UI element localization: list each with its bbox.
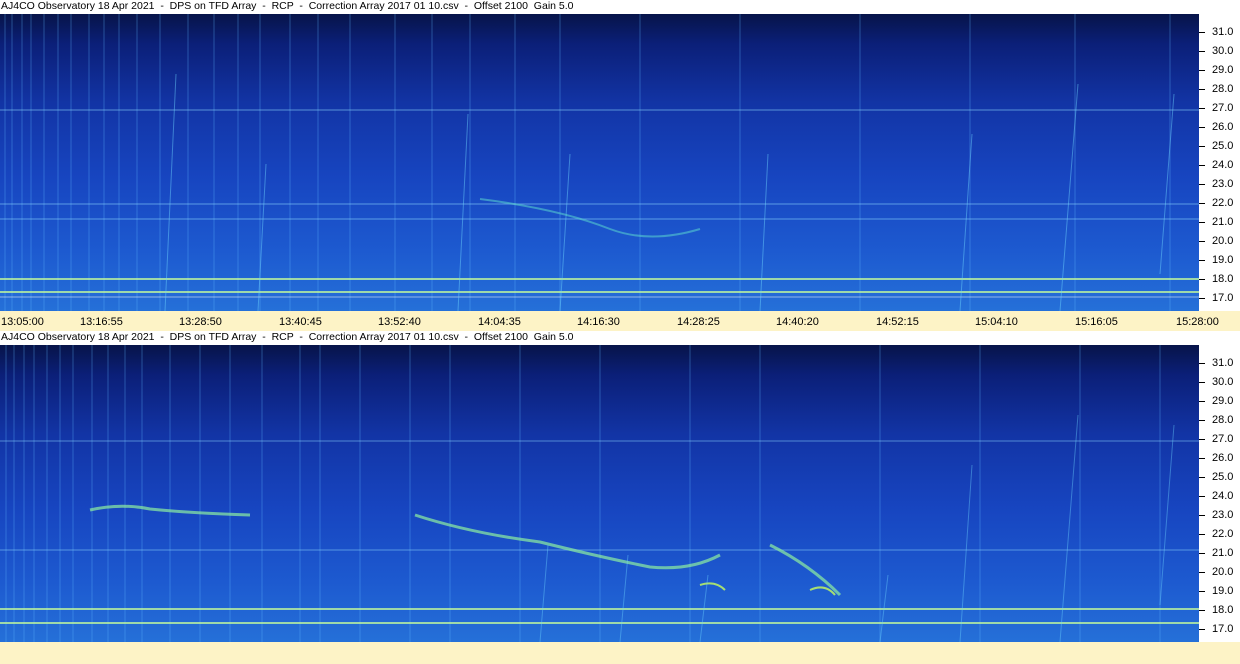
freq-label: 30.0: [1212, 376, 1234, 388]
freq-label: 20.0: [1212, 235, 1234, 247]
freq-label: 29.0: [1212, 395, 1234, 407]
spectrogram-image: [0, 14, 1199, 311]
time-label: 14:40:20: [776, 316, 819, 328]
freq-tick: [1199, 70, 1205, 71]
freq-tick: [1199, 32, 1205, 33]
freq-tick: [1199, 515, 1205, 516]
frequency-axis: 31.0 30.0 29.0 28.0 27.0 26.0 25.0 24.0 …: [1199, 345, 1240, 642]
freq-label: 31.0: [1212, 26, 1234, 38]
freq-tick: [1199, 629, 1205, 630]
panel-title: AJ4CO Observatory 18 Apr 2021 - DPS on T…: [0, 331, 1240, 344]
time-label: 15:04:10: [975, 316, 1018, 328]
freq-label: 28.0: [1212, 414, 1234, 426]
freq-tick: [1199, 363, 1205, 364]
freq-label: 27.0: [1212, 102, 1234, 114]
time-axis: 13:05:00 13:16:55 13:28:50 13:40:45 13:5…: [0, 311, 1240, 331]
time-label: 13:05:00: [1, 316, 44, 328]
freq-tick: [1199, 553, 1205, 554]
freq-label: 24.0: [1212, 159, 1234, 171]
freq-label: 31.0: [1212, 357, 1234, 369]
freq-tick: [1199, 146, 1205, 147]
freq-label: 23.0: [1212, 178, 1234, 190]
freq-label: 22.0: [1212, 197, 1234, 209]
freq-label: 21.0: [1212, 547, 1234, 559]
freq-label: 17.0: [1212, 623, 1234, 635]
spectrogram-panel-top: AJ4CO Observatory 18 Apr 2021 - DPS on T…: [0, 0, 1240, 331]
freq-label: 22.0: [1212, 528, 1234, 540]
freq-tick: [1199, 108, 1205, 109]
time-label: 14:16:30: [577, 316, 620, 328]
freq-label: 26.0: [1212, 452, 1234, 464]
time-label: 13:52:40: [378, 316, 421, 328]
freq-label: 19.0: [1212, 254, 1234, 266]
freq-tick: [1199, 298, 1205, 299]
spectrogram-panel-bottom: AJ4CO Observatory 18 Apr 2021 - DPS on T…: [0, 331, 1240, 664]
freq-label: 17.0: [1212, 292, 1234, 304]
time-label: 13:40:45: [279, 316, 322, 328]
time-label: 15:28:00: [1176, 316, 1219, 328]
freq-tick: [1199, 534, 1205, 535]
freq-tick: [1199, 572, 1205, 573]
freq-tick: [1199, 260, 1205, 261]
freq-tick: [1199, 241, 1205, 242]
freq-label: 30.0: [1212, 45, 1234, 57]
freq-tick: [1199, 610, 1205, 611]
time-label: 13:16:55: [80, 316, 123, 328]
freq-label: 28.0: [1212, 83, 1234, 95]
freq-label: 19.0: [1212, 585, 1234, 597]
spectrogram-image: [0, 345, 1199, 642]
freq-tick: [1199, 382, 1205, 383]
freq-label: 26.0: [1212, 121, 1234, 133]
spectrogram-texture: [0, 345, 1199, 642]
freq-tick: [1199, 184, 1205, 185]
freq-label: 20.0: [1212, 566, 1234, 578]
panel-title: AJ4CO Observatory 18 Apr 2021 - DPS on T…: [0, 0, 1240, 13]
time-label: 15:16:05: [1075, 316, 1118, 328]
freq-label: 18.0: [1212, 604, 1234, 616]
freq-tick: [1199, 279, 1205, 280]
freq-tick: [1199, 420, 1205, 421]
freq-label: 25.0: [1212, 140, 1234, 152]
freq-tick: [1199, 51, 1205, 52]
freq-label: 23.0: [1212, 509, 1234, 521]
frequency-axis: 31.0 30.0 29.0 28.0 27.0 26.0 25.0 24.0 …: [1199, 14, 1240, 311]
freq-label: 27.0: [1212, 433, 1234, 445]
spectrogram-texture: [0, 14, 1199, 311]
freq-tick: [1199, 165, 1205, 166]
freq-tick: [1199, 89, 1205, 90]
time-axis: [0, 642, 1240, 664]
freq-tick: [1199, 127, 1205, 128]
time-label: 13:28:50: [179, 316, 222, 328]
freq-label: 21.0: [1212, 216, 1234, 228]
freq-tick: [1199, 458, 1205, 459]
freq-label: 24.0: [1212, 490, 1234, 502]
freq-tick: [1199, 222, 1205, 223]
freq-tick: [1199, 439, 1205, 440]
freq-tick: [1199, 496, 1205, 497]
freq-tick: [1199, 401, 1205, 402]
freq-label: 18.0: [1212, 273, 1234, 285]
time-label: 14:04:35: [478, 316, 521, 328]
freq-tick: [1199, 203, 1205, 204]
time-label: 14:52:15: [876, 316, 919, 328]
freq-tick: [1199, 591, 1205, 592]
freq-label: 25.0: [1212, 471, 1234, 483]
freq-label: 29.0: [1212, 64, 1234, 76]
freq-tick: [1199, 477, 1205, 478]
time-label: 14:28:25: [677, 316, 720, 328]
